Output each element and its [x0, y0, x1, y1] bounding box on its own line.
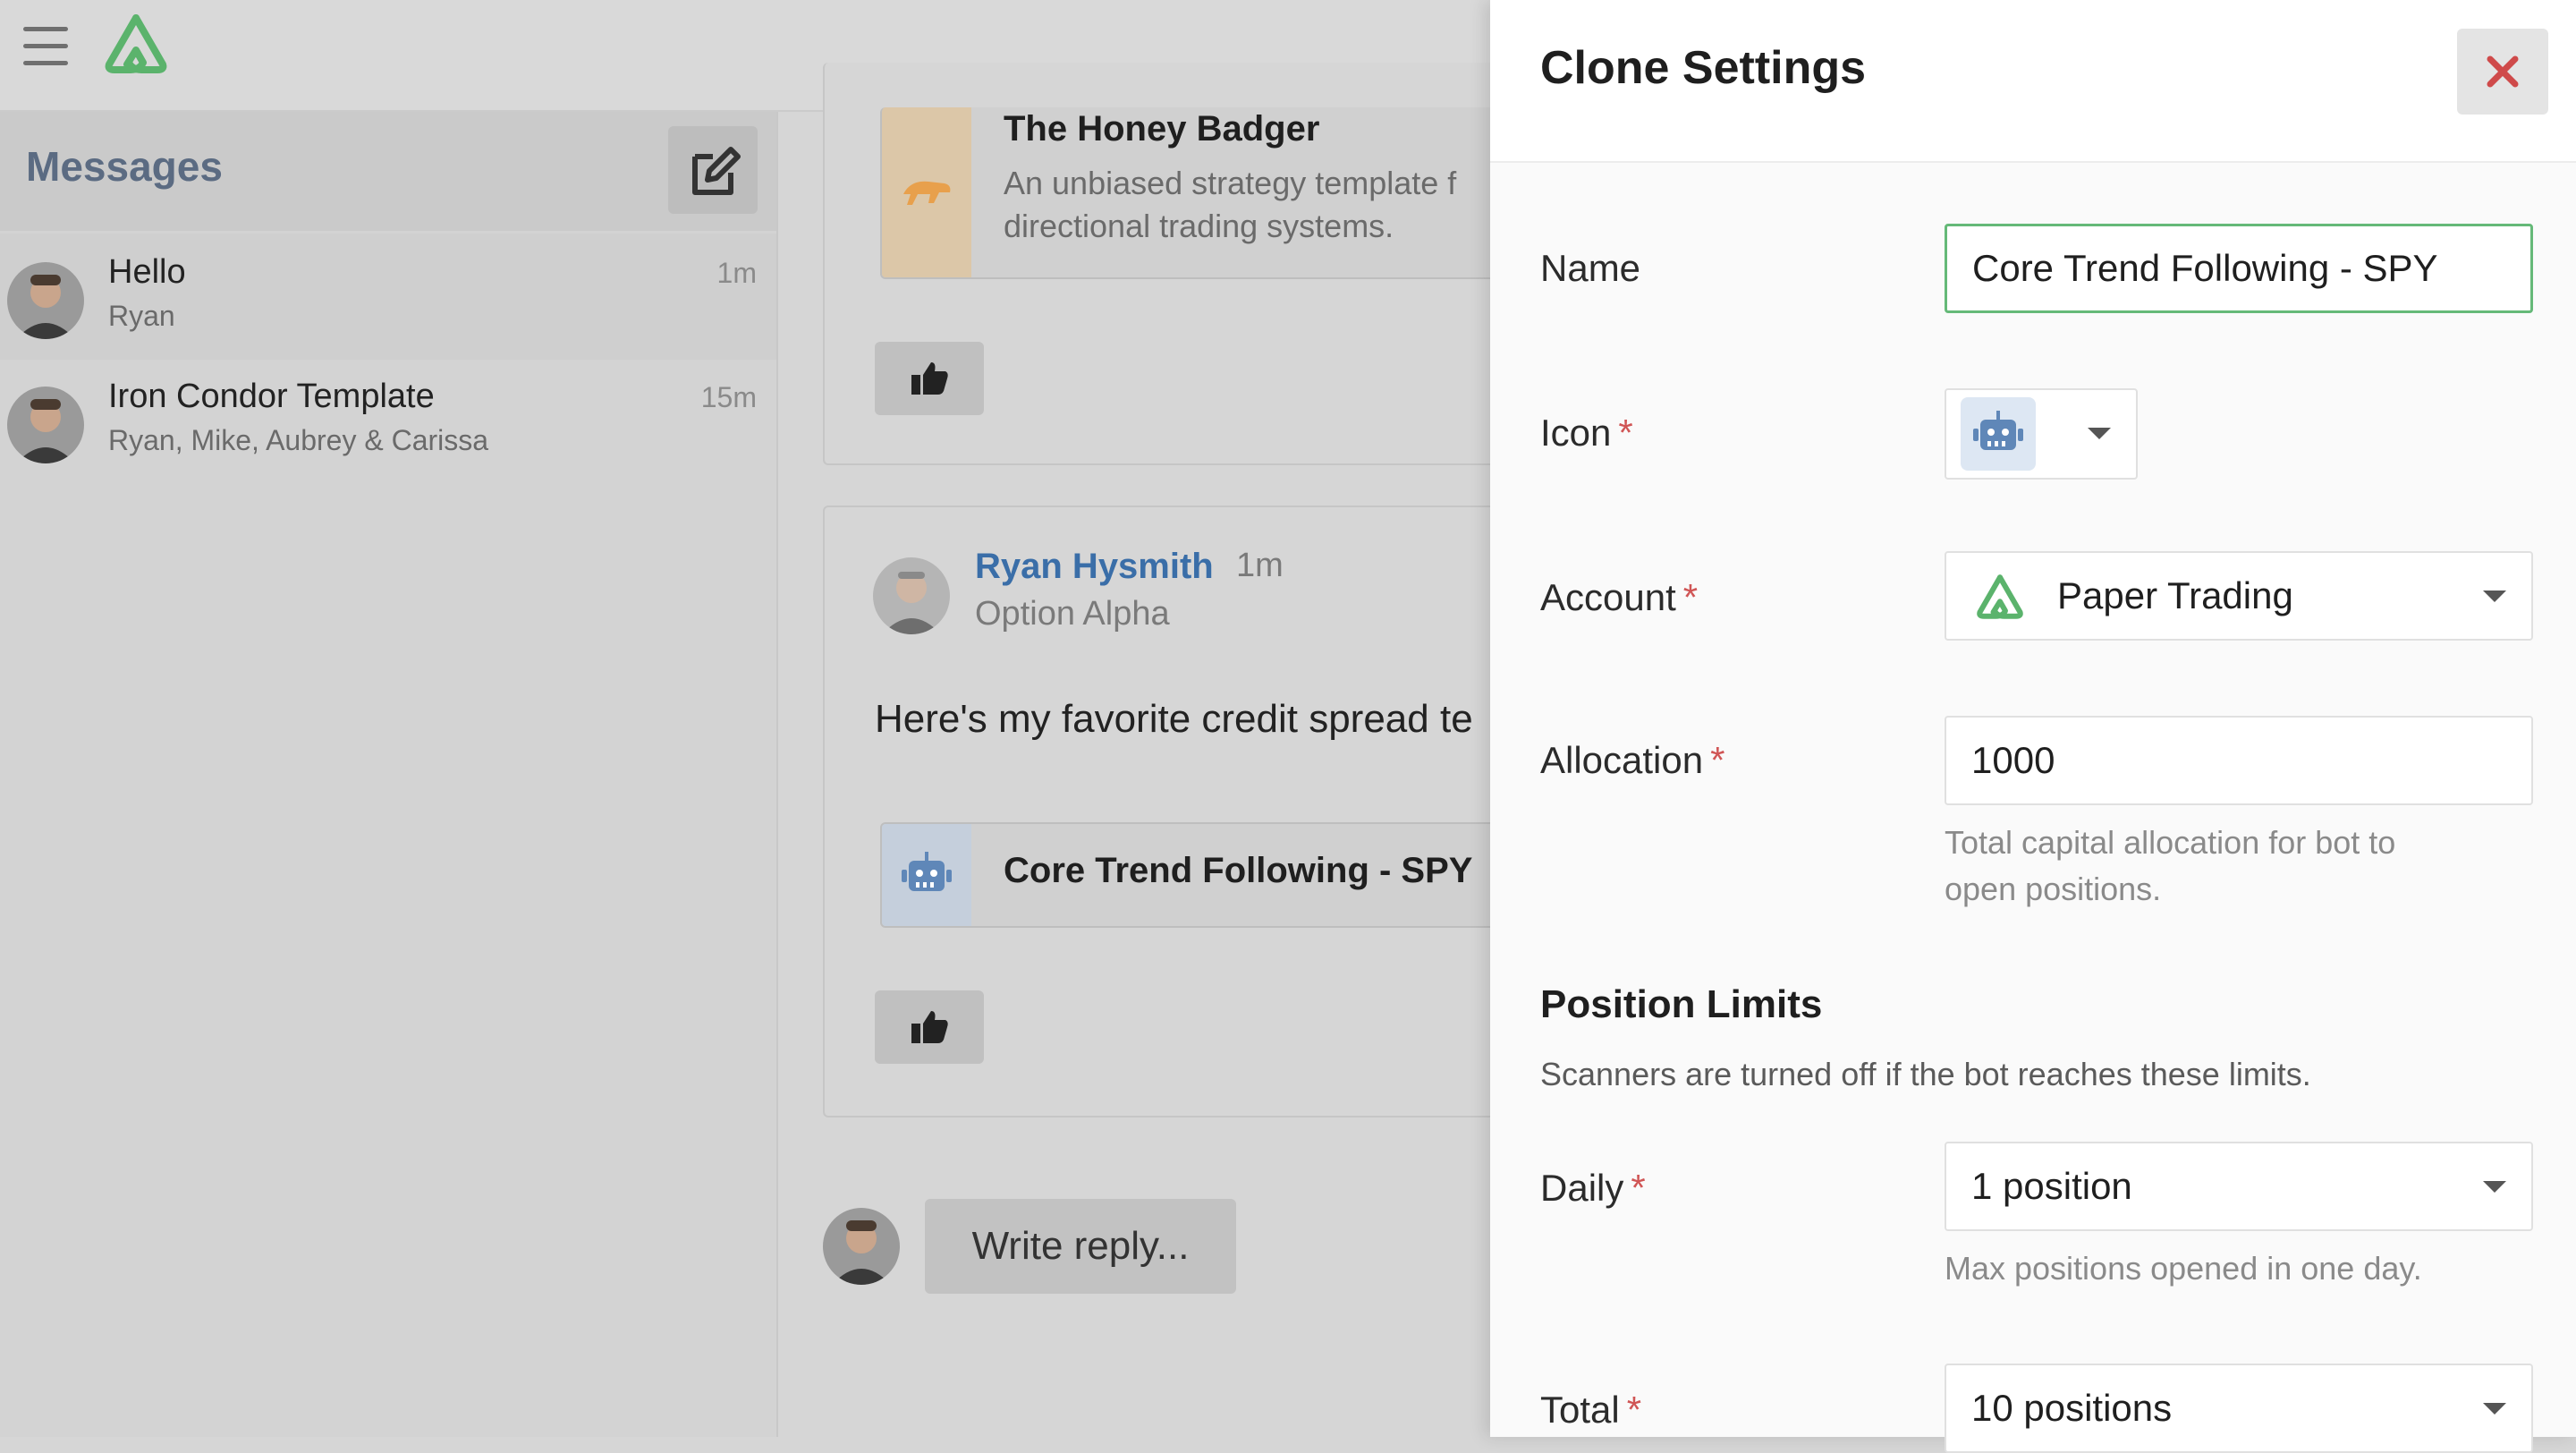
drawer-title: Clone Settings — [1540, 42, 1867, 94]
name-label: Name — [1540, 247, 1641, 289]
like-button[interactable] — [875, 342, 984, 415]
conversation-time: 1m — [716, 257, 757, 289]
messages-sidebar: Messages Hello Ryan 1m Iron Condor Templ… — [0, 112, 778, 1437]
conversation-item[interactable]: Hello Ryan 1m — [0, 234, 776, 360]
attachment-description: An unbiased strategy template f — [1004, 165, 1457, 201]
total-select[interactable]: 10 positions — [1945, 1364, 2533, 1453]
robot-icon — [1961, 397, 2036, 471]
account-value: Paper Trading — [2057, 574, 2293, 616]
close-icon — [2487, 55, 2519, 88]
option-alpha-logo-icon — [1977, 574, 2023, 619]
account-select[interactable]: Paper Trading — [1945, 551, 2533, 641]
hamburger-menu-icon[interactable] — [23, 27, 68, 66]
chevron-down-icon — [2483, 1403, 2506, 1415]
daily-label: Daily * — [1540, 1167, 1646, 1209]
strategy-attachment[interactable]: The Honey Badger An unbiased strategy te… — [880, 107, 1528, 279]
close-button[interactable] — [2457, 29, 2548, 115]
like-button[interactable] — [875, 990, 984, 1064]
author-name[interactable]: Ryan Hysmith — [975, 547, 1214, 587]
allocation-help: Total capital allocation for bot to open… — [1945, 824, 2396, 907]
name-input[interactable]: Core Trend Following - SPY — [1945, 224, 2533, 313]
position-limits-subtitle: Scanners are turned off if the bot reach… — [1540, 1056, 2311, 1092]
option-alpha-logo-icon[interactable] — [100, 13, 172, 75]
attachment-title: The Honey Badger — [1004, 109, 1320, 149]
avatar — [7, 262, 84, 339]
post-time: 1m — [1236, 547, 1284, 584]
thumbs-up-icon — [911, 362, 948, 395]
attachment-description: directional trading systems. — [1004, 208, 1394, 244]
conversation-time: 15m — [700, 381, 757, 413]
messages-title: Messages — [26, 143, 223, 190]
account-label: Account * — [1540, 576, 1699, 618]
icon-select[interactable] — [1945, 388, 2138, 480]
conversation-item[interactable]: Iron Condor Template Ryan, Mike, Aubrey … — [0, 360, 776, 486]
badger-icon — [882, 107, 971, 277]
icon-label: Icon * — [1540, 412, 1633, 454]
conversation-name: Iron Condor Template — [108, 378, 435, 415]
daily-help: Max positions opened in one day. — [1945, 1250, 2422, 1287]
author-avatar — [873, 557, 950, 634]
daily-value: 1 position — [1971, 1165, 2132, 1207]
total-value: 10 positions — [1971, 1387, 2173, 1429]
write-reply-button[interactable]: Write reply... — [925, 1199, 1236, 1294]
author-org: Option Alpha — [975, 595, 1170, 633]
bot-attachment[interactable]: Core Trend Following - SPY — [880, 822, 1528, 928]
chevron-down-icon — [2483, 591, 2506, 602]
post-card: The Honey Badger An unbiased strategy te… — [823, 63, 1528, 465]
my-avatar — [823, 1208, 900, 1285]
compose-icon — [692, 147, 741, 195]
post-text: Here's my favorite credit spread te — [875, 697, 1473, 741]
chevron-down-icon — [2088, 428, 2111, 439]
position-limits-title: Position Limits — [1540, 982, 1823, 1026]
robot-icon — [882, 824, 971, 926]
allocation-label: Allocation * — [1540, 739, 1725, 781]
post-card: Ryan Hysmith 1m Option Alpha Here's my f… — [823, 506, 1528, 1117]
chevron-down-icon — [2483, 1181, 2506, 1193]
thumbs-up-icon — [911, 1011, 948, 1043]
compose-button[interactable] — [668, 126, 758, 214]
conversation-name: Hello — [108, 253, 186, 291]
attachment-title: Core Trend Following - SPY — [1004, 851, 1473, 890]
clone-settings-drawer: Clone Settings Name Core Trend Following… — [1490, 0, 2576, 1453]
avatar — [7, 387, 84, 463]
drawer-header: Clone Settings — [1490, 0, 2576, 163]
allocation-input[interactable]: 1000 — [1945, 716, 2533, 805]
conversation-participants: Ryan — [108, 300, 175, 332]
conversation-participants: Ryan, Mike, Aubrey & Carissa — [108, 424, 489, 456]
total-label: Total * — [1540, 1389, 1642, 1431]
messages-header: Messages — [0, 112, 776, 231]
daily-select[interactable]: 1 position — [1945, 1142, 2533, 1231]
